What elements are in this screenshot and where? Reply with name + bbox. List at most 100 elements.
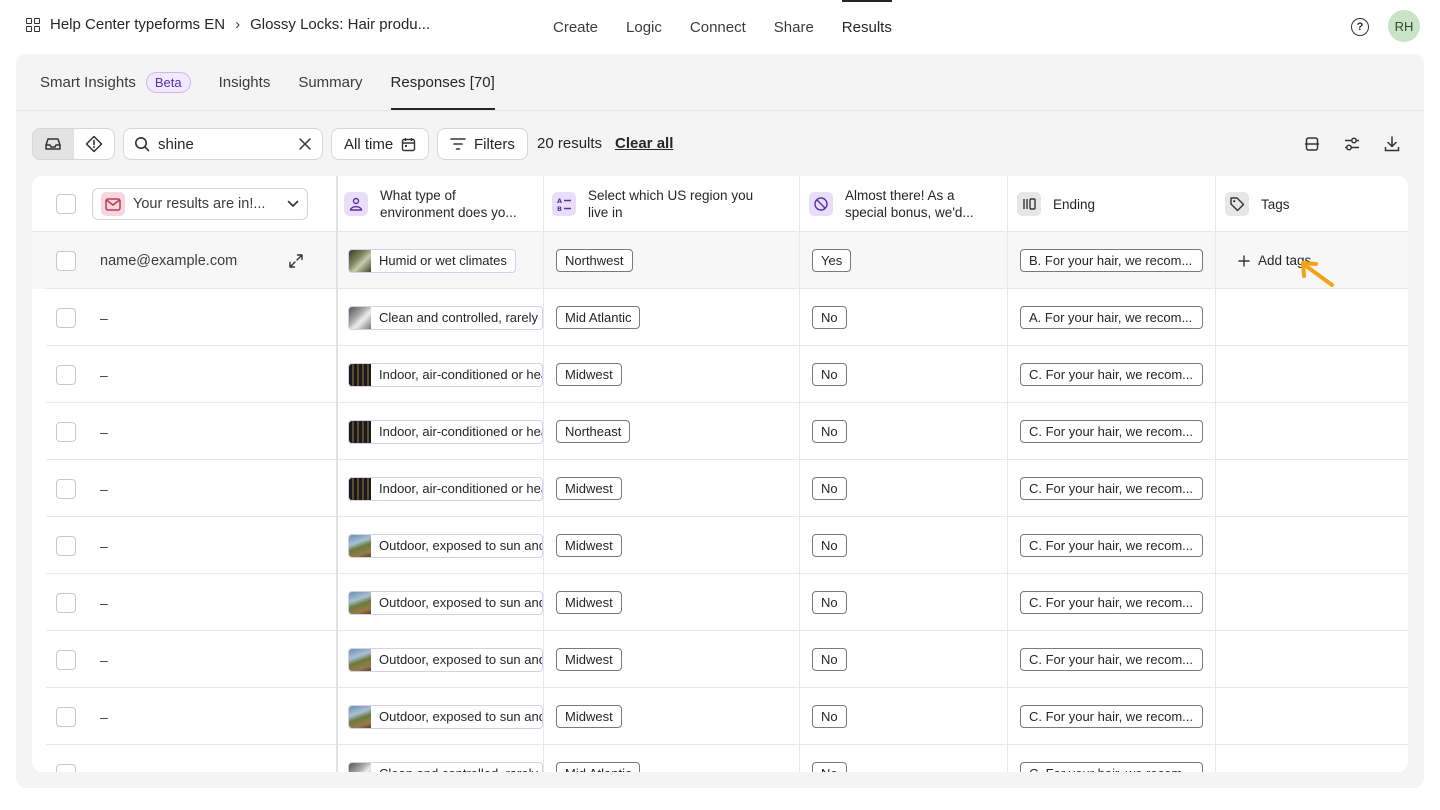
environment-answer-chip: Outdoor, exposed to sun and wind xyxy=(348,704,543,729)
nav-share[interactable]: Share xyxy=(774,0,814,54)
environment-answer-chip: Indoor, air-conditioned or heated xyxy=(348,476,543,501)
table-row[interactable]: – Outdoor, exposed to sun and wind Midwest… xyxy=(32,517,1408,574)
date-filter-label: All time xyxy=(344,135,394,153)
region-cell: Northwest xyxy=(556,232,633,289)
column-header-environment[interactable]: What type of environment does yo... xyxy=(332,176,538,232)
respondent-email-cell: – xyxy=(100,688,108,745)
row-checkbox[interactable] xyxy=(56,649,76,670)
row-checkbox[interactable] xyxy=(56,592,76,613)
row-checkbox[interactable] xyxy=(56,535,76,556)
search-input[interactable]: shine xyxy=(158,136,290,153)
row-select-cell xyxy=(56,232,76,289)
search-field[interactable]: shine xyxy=(123,128,323,160)
row-select-cell xyxy=(56,745,76,772)
ending-cell: C. For your hair, we recom... xyxy=(1020,517,1203,574)
tab-responses[interactable]: Responses [70] xyxy=(390,54,495,110)
tab-summary[interactable]: Summary xyxy=(298,54,362,110)
environment-cell: Indoor, air-conditioned or heated xyxy=(348,403,543,460)
download-icon[interactable] xyxy=(1382,134,1402,154)
column-settings-icon[interactable] xyxy=(1342,134,1362,154)
bonus-answer-chip: No xyxy=(812,591,847,614)
breadcrumb-workspace[interactable]: Help Center typeforms EN xyxy=(50,16,225,33)
environment-answer-chip: Humid or wet climates xyxy=(348,248,516,273)
frozen-column-divider xyxy=(336,176,338,772)
chevron-down-icon xyxy=(287,200,299,207)
column-header-bonus[interactable]: Almost there! As a special bonus, we'd..… xyxy=(797,176,1003,232)
nav-create[interactable]: Create xyxy=(553,0,598,54)
environment-answer: Outdoor, exposed to sun and wind xyxy=(379,595,542,610)
region-cell: Midwest xyxy=(556,460,622,517)
email-question-select[interactable]: Your results are in!... xyxy=(92,188,308,220)
answer-thumbnail xyxy=(349,534,371,557)
region-answer-chip: Midwest xyxy=(556,705,622,728)
row-select-cell xyxy=(56,517,76,574)
breadcrumb-separator: › xyxy=(235,16,241,33)
select-all-checkbox[interactable] xyxy=(56,194,76,214)
table-row[interactable]: name@example.com Humid or wet climates Nor… xyxy=(32,232,1408,289)
region-cell: Mid Atlantic xyxy=(556,745,641,772)
nav-results[interactable]: Results xyxy=(841,0,892,54)
region-answer-chip: Midwest xyxy=(556,648,622,671)
row-density-icon[interactable] xyxy=(1302,134,1322,154)
table-row[interactable]: – Indoor, air-conditioned or heated Midwes… xyxy=(32,346,1408,403)
workspace-grid-icon[interactable] xyxy=(26,17,40,32)
region-cell: Midwest xyxy=(556,631,622,688)
bonus-cell: No xyxy=(812,745,847,772)
environment-answer: Outdoor, exposed to sun and wind xyxy=(379,652,542,667)
table-row[interactable]: – Clean and controlled, rarely exposed Mid… xyxy=(32,745,1408,772)
clear-search-icon[interactable] xyxy=(298,137,312,151)
ending-answer-chip: C. For your hair, we recom... xyxy=(1020,705,1203,728)
table-row[interactable]: – Outdoor, exposed to sun and wind Midwest… xyxy=(32,574,1408,631)
ending-answer-chip: C. For your hair, we recom... xyxy=(1020,477,1203,500)
region-cell: Mid Atlantic xyxy=(556,289,641,346)
nav-logic[interactable]: Logic xyxy=(626,0,662,54)
ending-answer-chip: C. For your hair, we recom... xyxy=(1020,420,1203,443)
ending-cell: C. For your hair, we recom... xyxy=(1020,346,1203,403)
column-header-ending-label: Ending xyxy=(1053,196,1096,212)
plus-icon xyxy=(1238,254,1250,267)
bonus-answer-chip: Yes xyxy=(812,249,852,272)
table-row[interactable]: – Outdoor, exposed to sun and wind Midwest… xyxy=(32,631,1408,688)
yes-no-icon xyxy=(809,192,833,216)
breadcrumb-form[interactable]: Glossy Locks: Hair produ... xyxy=(250,16,430,33)
respondent-email: – xyxy=(100,766,108,773)
row-checkbox[interactable] xyxy=(56,250,76,271)
row-select-cell xyxy=(56,688,76,745)
environment-answer: Clean and controlled, rarely exposed xyxy=(379,766,542,772)
table-row[interactable]: – Outdoor, exposed to sun and wind Midwest… xyxy=(32,688,1408,745)
row-checkbox[interactable] xyxy=(56,364,76,385)
region-cell: Midwest xyxy=(556,574,622,631)
column-header-tags[interactable]: Tags xyxy=(1213,176,1408,232)
bonus-cell: No xyxy=(812,346,847,403)
environment-cell: Outdoor, exposed to sun and wind xyxy=(348,631,543,688)
date-filter-button[interactable]: All time xyxy=(331,128,430,160)
partial-view-button[interactable] xyxy=(74,129,115,159)
row-checkbox[interactable] xyxy=(56,307,76,328)
tab-smart-insights[interactable]: Smart Insights Beta xyxy=(40,54,191,110)
expand-icon[interactable] xyxy=(288,253,304,269)
nav-connect[interactable]: Connect xyxy=(690,0,746,54)
bonus-answer-chip: No xyxy=(812,705,847,728)
row-checkbox[interactable] xyxy=(56,478,76,499)
avatar[interactable]: RH xyxy=(1388,10,1420,42)
filters-button[interactable]: Filters xyxy=(437,128,528,160)
environment-cell: Outdoor, exposed to sun and wind xyxy=(348,574,543,631)
help-icon[interactable]: ? xyxy=(1351,18,1369,36)
answer-thumbnail xyxy=(349,420,371,443)
clear-all-link[interactable]: Clear all xyxy=(615,135,673,152)
row-checkbox[interactable] xyxy=(56,421,76,442)
table-row[interactable]: – Indoor, air-conditioned or heated Northe… xyxy=(32,403,1408,460)
column-header-region[interactable]: AB Select which US region you live in xyxy=(540,176,796,232)
column-header-ending[interactable]: Ending xyxy=(1005,176,1211,232)
row-checkbox[interactable] xyxy=(56,763,76,772)
table-row[interactable]: – Clean and controlled, rarely exposed Mid… xyxy=(32,289,1408,346)
bonus-cell: No xyxy=(812,403,847,460)
tab-insights[interactable]: Insights xyxy=(219,54,271,110)
inbox-view-button[interactable] xyxy=(33,129,74,159)
results-tabs: Smart Insights Beta Insights Summary Res… xyxy=(40,54,495,110)
region-cell: Midwest xyxy=(556,688,622,745)
bonus-answer-chip: No xyxy=(812,363,847,386)
ending-answer-chip: C. For your hair, we recom... xyxy=(1020,762,1203,772)
table-row[interactable]: – Indoor, air-conditioned or heated Midwes… xyxy=(32,460,1408,517)
row-checkbox[interactable] xyxy=(56,706,76,727)
